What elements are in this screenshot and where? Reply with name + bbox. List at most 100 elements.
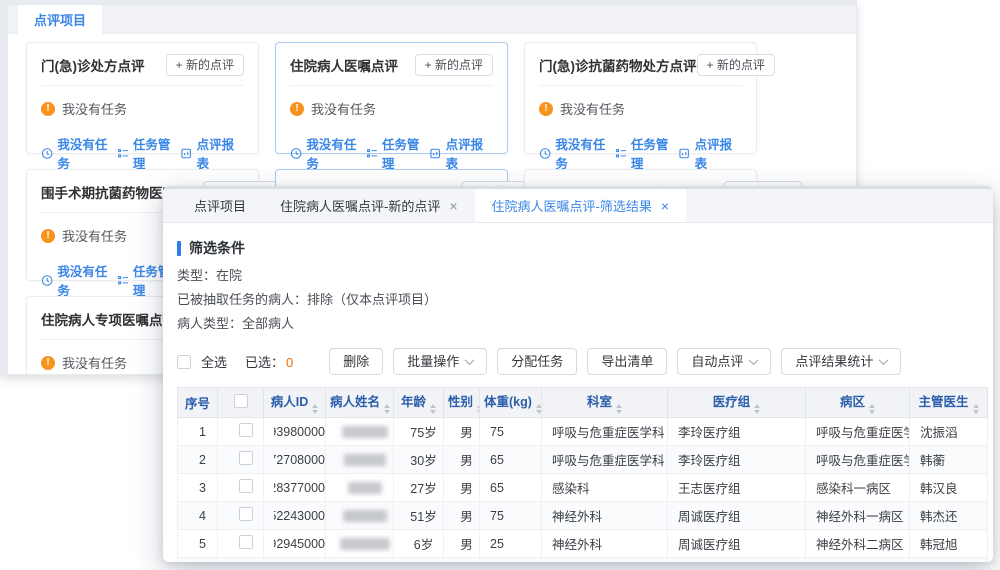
my-tasks-link[interactable]: 我没有任务 bbox=[539, 134, 615, 172]
row-checkbox[interactable] bbox=[239, 507, 253, 521]
cell-dept: 呼吸与危重症医学科 bbox=[542, 558, 668, 563]
task-management-link[interactable]: 任务管理 bbox=[117, 134, 181, 172]
warning-icon: ! bbox=[41, 102, 55, 116]
row-checkbox[interactable] bbox=[239, 423, 253, 437]
window-tab-0[interactable]: 点评项目 bbox=[177, 189, 263, 222]
tab-review-projects[interactable]: 点评项目 bbox=[18, 5, 102, 34]
review-card: 门(急)诊抗菌药物处方点评 + 新的点评 ! 我没有任务 我没有任务 任务管理 … bbox=[524, 42, 757, 154]
header-checkbox[interactable] bbox=[234, 394, 248, 408]
toolbar-button-1[interactable]: 批量操作 bbox=[393, 348, 487, 375]
row-checkbox[interactable] bbox=[239, 535, 253, 549]
sort-icon[interactable] bbox=[869, 404, 875, 414]
card-header: 住院病人医嘱点评 + 新的点评 bbox=[290, 54, 493, 76]
cell-no: 5 bbox=[178, 530, 218, 558]
table-row: 3462837700027岁男65感染科王志医疗组感染科一病区韩汉良 bbox=[178, 474, 988, 502]
patient-id-cell: 1693980000 bbox=[264, 418, 326, 446]
patient-name-masked bbox=[326, 446, 394, 474]
clock-icon bbox=[41, 147, 53, 160]
filter-results-content: 筛选条件 类型：在院已被抽取任务的病人：排除（仅本点评项目）病人类型：全部病人 … bbox=[163, 223, 993, 562]
sort-icon[interactable] bbox=[312, 404, 318, 414]
card-status: ! 我没有任务 bbox=[539, 99, 742, 118]
column-header-病人姓名[interactable]: 病人姓名 bbox=[326, 388, 394, 418]
column-header-医疗组[interactable]: 医疗组 bbox=[668, 388, 806, 418]
window-tab-2[interactable]: 住院病人医嘱点评-筛选结果 × bbox=[475, 189, 687, 222]
new-review-button[interactable]: + 新的点评 bbox=[415, 54, 493, 76]
window-tab-1[interactable]: 住院病人医嘱点评-新的点评 × bbox=[263, 189, 475, 222]
column-header-序号: 序号 bbox=[178, 388, 218, 418]
card-status: ! 我没有任务 bbox=[41, 99, 244, 118]
column-header-科室[interactable]: 科室 bbox=[542, 388, 668, 418]
filter-condition: 类型：在院 bbox=[177, 264, 987, 288]
task-management-link[interactable]: 任务管理 bbox=[615, 134, 679, 172]
column-header-性别[interactable]: 性别 bbox=[444, 388, 480, 418]
review-report-link[interactable]: 点评报表 bbox=[678, 134, 742, 172]
review-report-link[interactable]: 点评报表 bbox=[429, 134, 493, 172]
window-tabbar: 点评项目 住院病人医嘱点评-新的点评 × 住院病人医嘱点评-筛选结果 × bbox=[163, 189, 993, 223]
my-tasks-link[interactable]: 我没有任务 bbox=[41, 261, 117, 299]
cell-doctor: 韩汉良 bbox=[910, 474, 988, 502]
row-checkbox-cell bbox=[218, 418, 264, 446]
select-all-checkbox[interactable] bbox=[177, 355, 191, 369]
row-checkbox[interactable] bbox=[239, 451, 253, 465]
column-header-年龄[interactable]: 年龄 bbox=[394, 388, 444, 418]
warning-icon: ! bbox=[41, 229, 55, 243]
patient-name-masked bbox=[326, 530, 394, 558]
column-header-病人ID[interactable]: 病人ID bbox=[264, 388, 326, 418]
cell-ward: 呼吸与危重症医学科... bbox=[806, 446, 910, 474]
sort-icon[interactable] bbox=[536, 404, 542, 414]
blurred-text bbox=[348, 482, 382, 494]
sort-icon[interactable] bbox=[384, 404, 390, 414]
new-review-button[interactable]: + 新的点评 bbox=[697, 54, 775, 76]
close-icon[interactable]: × bbox=[661, 199, 669, 213]
toolbar-button-2[interactable]: 分配任务 bbox=[497, 348, 577, 375]
toolbar-button-0[interactable]: 删除 bbox=[329, 348, 383, 375]
card-title: 门(急)诊抗菌药物处方点评 bbox=[539, 55, 697, 75]
cell-group: 周诚医疗组 bbox=[668, 502, 806, 530]
sort-icon[interactable] bbox=[754, 404, 760, 414]
my-tasks-link[interactable]: 我没有任务 bbox=[41, 134, 117, 172]
column-header-病区[interactable]: 病区 bbox=[806, 388, 910, 418]
card-status: ! 我没有任务 bbox=[290, 99, 493, 118]
report-icon bbox=[180, 147, 192, 160]
table-toolbar: 全选 已选：0 删除 批量操作 分配任务 导出清单 自动点评 点评结果统计 bbox=[177, 348, 987, 375]
table-row: 4305224300051岁男75神经外科周诚医疗组神经外科一病区韩杰还 bbox=[178, 502, 988, 530]
cell-gender: 男 bbox=[444, 530, 480, 558]
cell-ward: 神经外科一病区 bbox=[806, 502, 910, 530]
close-icon[interactable]: × bbox=[449, 199, 457, 213]
sort-icon[interactable] bbox=[973, 404, 979, 414]
toolbar-button-4[interactable]: 自动点评 bbox=[677, 348, 771, 375]
row-checkbox[interactable] bbox=[239, 479, 253, 493]
review-report-link[interactable]: 点评报表 bbox=[180, 134, 244, 172]
cell-dept: 呼吸与危重症医学科 bbox=[542, 446, 668, 474]
blurred-text bbox=[340, 538, 390, 550]
toolbar-button-5[interactable]: 点评结果统计 bbox=[781, 348, 901, 375]
cell-gender: 男 bbox=[444, 446, 480, 474]
cell-dept: 神经外科 bbox=[542, 502, 668, 530]
sort-icon[interactable] bbox=[430, 404, 436, 414]
cell-gender: 男 bbox=[444, 418, 480, 446]
toolbar-button-3[interactable]: 导出清单 bbox=[587, 348, 667, 375]
patient-id-cell: 3577700000 bbox=[264, 558, 326, 563]
cell-weight: 65 bbox=[480, 558, 542, 563]
cell-dept: 感染科 bbox=[542, 474, 668, 502]
cell-age: 75岁 bbox=[394, 418, 444, 446]
sort-icon[interactable] bbox=[616, 404, 622, 414]
card-header: 门(急)诊抗菌药物处方点评 + 新的点评 bbox=[539, 54, 742, 76]
task-management-link[interactable]: 任务管理 bbox=[366, 134, 430, 172]
chevron-down-icon bbox=[879, 355, 889, 365]
column-header-主管医生[interactable]: 主管医生 bbox=[910, 388, 988, 418]
column-header-体重(kg)[interactable]: 体重(kg) bbox=[480, 388, 542, 418]
my-tasks-link[interactable]: 我没有任务 bbox=[290, 134, 366, 172]
table-row: 6357770000031岁男65呼吸与危重症医学科李桑医疗组呼吸与危重症医学科… bbox=[178, 558, 988, 563]
blurred-text bbox=[344, 454, 386, 466]
cell-group: 李玲医疗组 bbox=[668, 418, 806, 446]
table-header-row: 序号 病人ID病人姓名年龄性别体重(kg)科室医疗组病区主管医生 bbox=[178, 388, 988, 418]
cell-group: 李桑医疗组 bbox=[668, 558, 806, 563]
table-row: 2417270800030岁男65呼吸与危重症医学科李玲医疗组呼吸与危重症医学科… bbox=[178, 446, 988, 474]
new-review-button[interactable]: + 新的点评 bbox=[166, 54, 244, 76]
filter-title-text: 筛选条件 bbox=[189, 238, 245, 258]
filter-condition: 已被抽取任务的病人：排除（仅本点评项目） bbox=[177, 288, 987, 312]
cell-age: 6岁 bbox=[394, 530, 444, 558]
cell-doctor: 沈振滔 bbox=[910, 418, 988, 446]
column-header-checkbox[interactable] bbox=[218, 388, 264, 418]
